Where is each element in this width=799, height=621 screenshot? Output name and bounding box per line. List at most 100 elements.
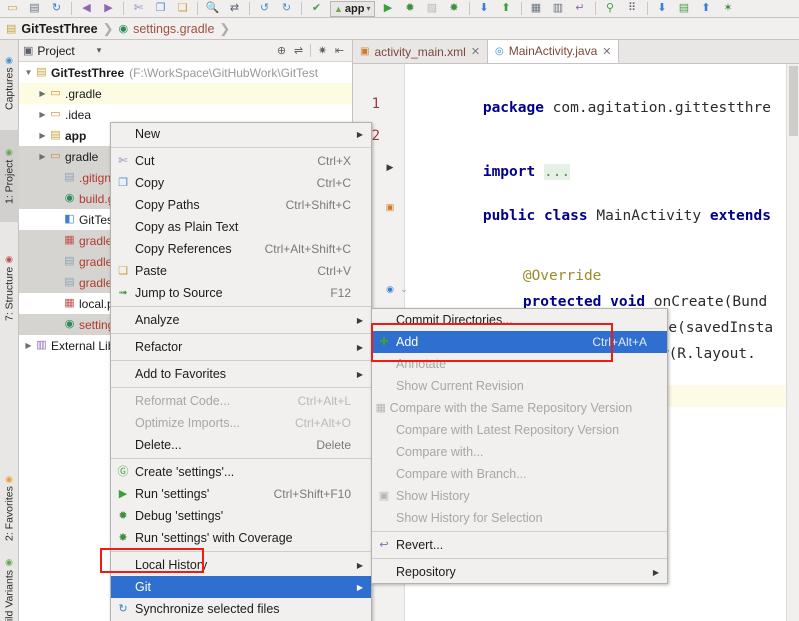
menu-item-local-history[interactable]: Local History ▶: [111, 554, 371, 576]
tool-tab-captures[interactable]: Captures ◉: [0, 48, 19, 118]
redo-icon[interactable]: ↻: [276, 1, 297, 17]
avd-icon[interactable]: ⠿: [622, 1, 643, 17]
project-view-selector[interactable]: ▣ Project ▾: [23, 44, 101, 58]
close-icon[interactable]: ✕: [602, 45, 611, 58]
expand-arrow-icon[interactable]: ▶: [37, 89, 48, 98]
hide-icon[interactable]: ⇤: [331, 43, 348, 59]
folder-icon: ▭: [50, 150, 61, 162]
menu-item-copy-paths[interactable]: Copy Paths Ctrl+Shift+C: [111, 194, 371, 216]
xml-ref-icon[interactable]: ▣: [383, 200, 397, 214]
expand-arrow-icon[interactable]: ▶: [37, 110, 48, 119]
avd-manager-icon[interactable]: ▥: [548, 1, 569, 17]
expand-arrow-icon[interactable]: ▶: [37, 152, 48, 161]
breadcrumb-project[interactable]: GitTestThree: [21, 22, 97, 36]
menu-item-copy-references[interactable]: Copy References Ctrl+Alt+Shift+C: [111, 238, 371, 260]
folded-imports[interactable]: ...: [543, 164, 571, 180]
back-icon[interactable]: ◀: [76, 1, 97, 17]
undo-icon[interactable]: ↺: [254, 1, 275, 17]
cut-icon[interactable]: ✄: [128, 1, 149, 17]
menu-item-copy-as-plain-text[interactable]: Copy as Plain Text: [111, 216, 371, 238]
tree-node-gittestthree[interactable]: ▼ ▤ GitTestThree (F:\WorkSpace\GitHubWork\G…: [19, 62, 352, 83]
menu-item-compare-with-the-same-repository-version: ▦ Compare with the Same Repository Versio…: [372, 397, 667, 419]
debug-icon[interactable]: ✹: [400, 1, 421, 17]
copy-icon[interactable]: ❐: [150, 1, 171, 17]
menu-item-git[interactable]: Git ▶: [111, 576, 371, 598]
menu-item-add[interactable]: ✚ Add Ctrl+Alt+A: [372, 331, 667, 353]
find-icon[interactable]: 🔍: [202, 1, 223, 17]
collapse-all-icon[interactable]: ⇌: [290, 43, 307, 59]
menu-item-synchronize-selected-files[interactable]: ↻ Synchronize selected files: [111, 598, 371, 620]
menu-item-label: Compare with Branch...: [396, 467, 527, 481]
menu-item-label: Git: [135, 580, 151, 594]
menu-item-delete[interactable]: Delete... Delete: [111, 434, 371, 456]
expand-arrow-icon[interactable]: ▶: [37, 131, 48, 140]
git-submenu[interactable]: Commit Directories... ✚ Add Ctrl+Alt+A Annot…: [371, 308, 668, 584]
editor-tab-mainactivity-java[interactable]: ◎ MainActivity.java ✕: [488, 40, 620, 63]
menu-item-cut[interactable]: ✄ Cut Ctrl+X: [111, 150, 371, 172]
coverage-icon[interactable]: ▨: [422, 1, 443, 17]
vcs-change-icon[interactable]: ◉: [383, 282, 397, 296]
install-icon[interactable]: ⬇: [474, 1, 495, 17]
sync-icon[interactable]: ↻: [46, 1, 67, 17]
project-panel-header: ▣ Project ▾ ⊕ ⇌ ✷ ⇤: [19, 40, 352, 62]
settings-gear-icon[interactable]: ✷: [314, 43, 331, 59]
chevron-down-icon[interactable]: ▾: [366, 4, 370, 13]
xml-file-icon: ▣: [360, 46, 370, 57]
menu-item-create-settings[interactable]: Ⓖ Create 'settings'...: [111, 461, 371, 483]
menu-item-refactor[interactable]: Refactor ▶: [111, 336, 371, 358]
menu-item-analyze[interactable]: Analyze ▶: [111, 309, 371, 331]
paste-icon[interactable]: ❏: [172, 1, 193, 17]
vcs-history-icon[interactable]: ✶: [718, 1, 739, 17]
sync-gradle-icon[interactable]: ⚲: [600, 1, 621, 17]
menu-item-add-to-favorites[interactable]: Add to Favorites ▶: [111, 363, 371, 385]
editor-scrollbar[interactable]: [786, 64, 799, 621]
profile-icon[interactable]: ✸: [444, 1, 465, 17]
toolbar-separator-6: [468, 2, 470, 15]
run-configuration-selector[interactable]: ▲ app ▾: [330, 0, 375, 17]
menu-item-copy[interactable]: ❐ Copy Ctrl+C: [111, 172, 371, 194]
vcs-commit-icon[interactable]: ▤: [674, 1, 695, 17]
menu-item-paste[interactable]: ❏ Paste Ctrl+V: [111, 260, 371, 282]
menu-item-revert[interactable]: ↩ Revert...: [372, 534, 667, 556]
tool-tab-build-variants[interactable]: Build Variants ◉: [0, 540, 19, 621]
chevron-down-icon[interactable]: ▾: [79, 45, 102, 56]
project-folder-icon: ▤: [6, 23, 17, 35]
menu-item-new[interactable]: New ▶: [111, 123, 371, 145]
gradle-icon: ◉: [64, 192, 75, 204]
menu-item-shortcut: Ctrl+V: [317, 264, 351, 278]
tool-tab-1-project[interactable]: 1: Project ◉: [0, 130, 19, 222]
upload-icon[interactable]: ⬆: [496, 1, 517, 17]
close-icon[interactable]: ✕: [471, 45, 480, 58]
menu-item-label: Refactor: [135, 340, 183, 354]
vcs-update-icon[interactable]: ⬇: [652, 1, 673, 17]
save-icon[interactable]: ▤: [24, 1, 45, 17]
library-icon: ▥: [36, 339, 47, 351]
tool-tab-7-structure[interactable]: 7: Structure ◉: [0, 236, 19, 340]
layout-inspector-icon[interactable]: ▦: [526, 1, 547, 17]
sdk-manager-icon[interactable]: ↵: [570, 1, 591, 17]
folder-open-icon[interactable]: ▭: [2, 1, 23, 17]
menu-item-run-settings-with-coverage[interactable]: ✸ Run 'settings' with Coverage: [111, 527, 371, 549]
menu-item-jump-to-source[interactable]: ➟ Jump to Source F12: [111, 282, 371, 304]
forward-icon[interactable]: ▶: [98, 1, 119, 17]
menu-item-commit-directories[interactable]: Commit Directories...: [372, 309, 667, 331]
expand-arrow-icon[interactable]: ▼: [23, 68, 34, 77]
expand-arrow-icon[interactable]: ▶: [23, 341, 34, 350]
run-icon[interactable]: ▶: [378, 1, 399, 17]
compile-icon[interactable]: ✔: [306, 1, 327, 17]
menu-item-repository[interactable]: Repository ▶: [372, 561, 667, 583]
android-icon: ◉: [5, 557, 14, 567]
menu-item-debug-settings[interactable]: ✹ Debug 'settings': [111, 505, 371, 527]
fold-expand-icon[interactable]: ▶: [383, 160, 397, 174]
menu-item-shortcut: F12: [330, 286, 351, 300]
history-icon: ▣: [378, 489, 390, 502]
editor-tab-activity-main-xml[interactable]: ▣ activity_main.xml ✕: [353, 40, 489, 63]
vcs-push-icon[interactable]: ⬆: [696, 1, 717, 17]
menu-item-run-settings[interactable]: ▶ Run 'settings' Ctrl+Shift+F10: [111, 483, 371, 505]
scrollbar-thumb[interactable]: [789, 66, 798, 136]
locate-icon[interactable]: ⊕: [273, 43, 290, 59]
context-menu[interactable]: New ▶ ✄ Cut Ctrl+X ❐ Copy Ctrl+C Copy Paths Ctrl+…: [110, 122, 372, 621]
breadcrumb-file[interactable]: settings.gradle: [133, 22, 214, 36]
replace-icon[interactable]: ⇄: [224, 1, 245, 17]
tree-node-gradle[interactable]: ▶ ▭ .gradle: [19, 83, 352, 104]
